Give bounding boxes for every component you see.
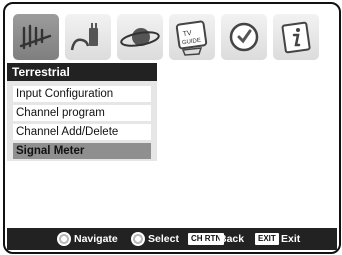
back-label: Back [219,233,245,245]
menu-item-signal-meter[interactable]: Signal Meter [13,143,151,159]
antenna-icon [19,24,52,50]
select-button-icon [131,232,145,246]
menu-item-channel-program[interactable]: Channel program [13,105,151,121]
tab-preferences[interactable] [221,14,267,60]
tv-menu-screen: TV GUIDE Terrestrial Input Configuration… [3,2,341,254]
plug-icon [70,23,98,51]
tab-information[interactable] [273,14,319,60]
clock-icon [229,22,259,52]
tab-setup[interactable] [65,14,111,60]
tv-guide-icon: TV GUIDE [175,20,208,56]
tab-applications[interactable] [117,14,163,60]
navigate-dpad-icon [57,232,71,246]
menu-title: Terrestrial [7,63,157,81]
select-label: Select [148,233,179,245]
exit-key-icon: EXIT [255,233,279,245]
svg-text:TV: TV [182,30,192,38]
terrestrial-menu: Input Configuration Channel program Chan… [7,81,157,161]
info-icon [281,21,311,54]
navigate-label: Navigate [74,233,118,245]
exit-label: Exit [281,233,301,245]
menu-item-channel-add-delete[interactable]: Channel Add/Delete [13,124,151,140]
planet-icon [120,28,160,47]
tab-terrestrial[interactable] [13,14,59,60]
button-legend-bar: Navigate Select CH RTN Back EXIT Exit [7,228,337,250]
tab-tv-guide[interactable]: TV GUIDE [169,14,215,60]
menu-item-input-configuration[interactable]: Input Configuration [13,86,151,102]
